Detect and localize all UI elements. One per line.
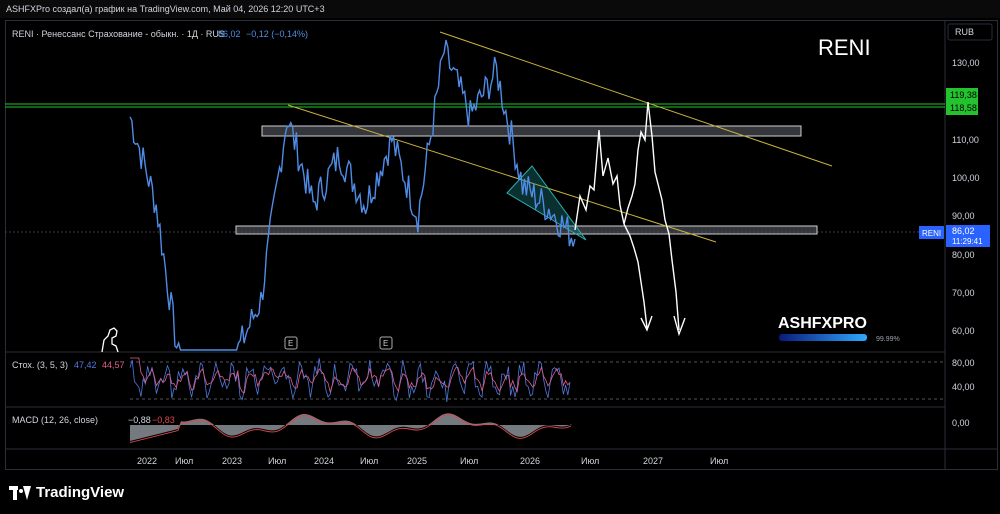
support-zone[interactable] [235, 225, 818, 235]
upper-trendline[interactable] [439, 31, 833, 167]
price-axis-tick: 60,00 [952, 326, 975, 336]
macd-signal: −0,83 [152, 415, 175, 425]
time-axis-tick: 2027 [643, 456, 663, 466]
macd-axis-tick: 0,00 [952, 418, 970, 428]
brand-percent: 99.99% [876, 336, 900, 343]
watermark-ticker: RENI [818, 35, 871, 60]
countdown: 11:29:41 [952, 237, 983, 246]
tradingview-brand: TradingView [36, 484, 125, 501]
price-axis-tick: 70,00 [952, 288, 975, 298]
footer [0, 474, 1000, 514]
time-axis-tick: Июл [460, 456, 478, 466]
macd-histogram [130, 413, 572, 441]
price-axis-tick: 80,00 [952, 250, 975, 260]
price-series-line [129, 39, 576, 351]
time-axis-tick: 2022 [137, 456, 157, 466]
stoch-d: 44,57 [102, 360, 125, 370]
green-price-top: 119,38 [950, 90, 977, 100]
earnings-marker-label: E [288, 339, 293, 348]
price-chart[interactable]: RENI · Ренессанс Страхование - обыкн. · … [0, 0, 1000, 474]
price-axis-tick: 90,00 [952, 211, 975, 221]
time-axis-tick: 2023 [222, 456, 242, 466]
dinosaur-icon [101, 327, 119, 353]
arrow-down-icon [673, 315, 686, 337]
time-axis-tick: 2024 [314, 456, 334, 466]
macd-hist: −0,88 [128, 415, 151, 425]
time-axis-tick: 2026 [520, 456, 540, 466]
legend-symbol: RENI · Ренессанс Страхование - обыкн. · … [12, 29, 225, 39]
current-price: 86,02 [952, 226, 975, 236]
price-axis-tick: 100,00 [952, 173, 980, 183]
tradingview-logo[interactable]: TradingView [9, 484, 124, 501]
price-axis-tick: 130,00 [952, 58, 980, 68]
stoch-title: Стох. (3, 5, 3) [12, 360, 68, 370]
tradingview-mark-icon [9, 485, 31, 500]
time-axis-tick: Июл [581, 456, 599, 466]
time-axis-tick: Июл [268, 456, 286, 466]
time-axis-tick: Июл [175, 456, 193, 466]
brand-progress-bar [779, 334, 867, 341]
time-axis-tick: 2025 [407, 456, 427, 466]
legend-price: 86,02 [218, 29, 241, 39]
brand-watermark: ASHFXPRO [778, 315, 867, 332]
current-symbol: RENI [922, 229, 941, 238]
macd-title: MACD (12, 26, close) [12, 415, 98, 425]
projection-path [623, 223, 648, 329]
green-price-bottom: 118,58 [950, 103, 977, 113]
earnings-marker-label: E [383, 339, 388, 348]
price-axis-tick: 110,00 [952, 135, 979, 145]
time-axis-tick: Июл [360, 456, 378, 466]
legend-change: −0,12 (−0,14%) [246, 29, 308, 39]
stoch-k: 47,42 [74, 360, 97, 370]
currency-label: RUB [955, 27, 974, 37]
time-axis-tick: Июл [710, 456, 728, 466]
stoch-axis-tick: 80,00 [952, 358, 975, 368]
stoch-axis-tick: 40,00 [952, 382, 975, 392]
